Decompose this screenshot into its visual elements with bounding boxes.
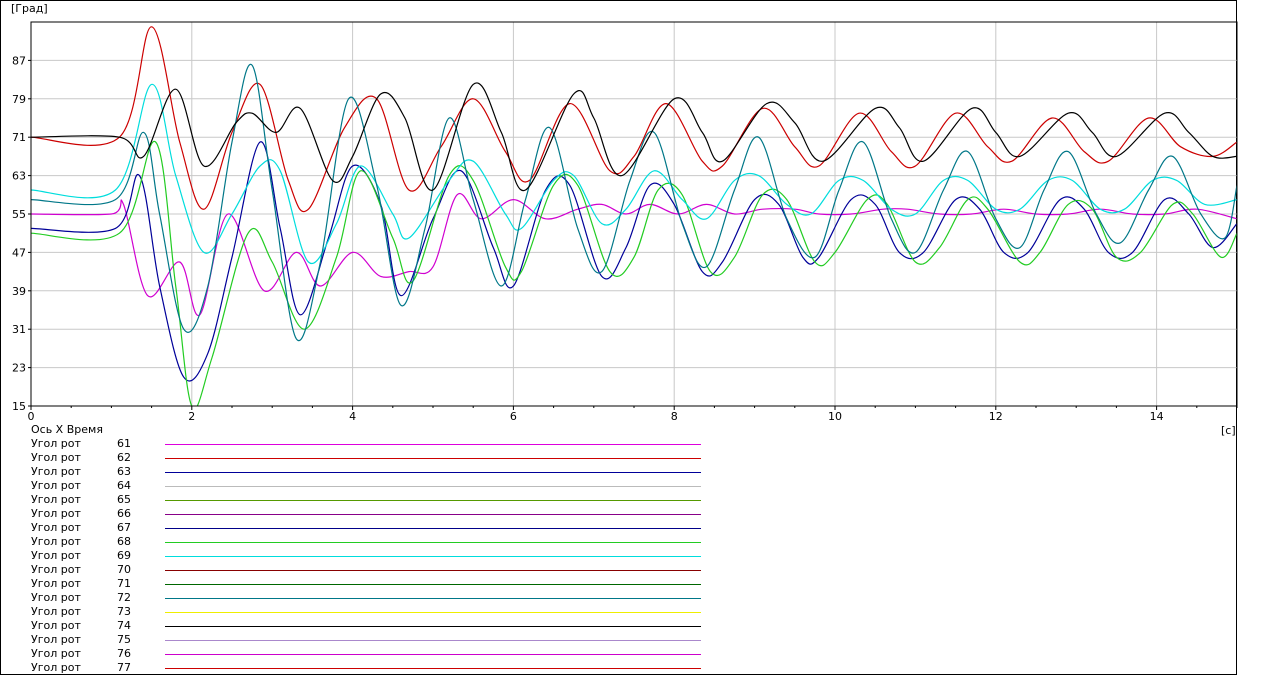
legend-number: 63 xyxy=(117,465,131,478)
legend-swatch-line xyxy=(165,486,701,487)
legend-item: Угол рот 66 xyxy=(0,507,720,521)
legend-item: Угол рот 76 xyxy=(0,647,720,661)
legend-number: 70 xyxy=(117,563,131,576)
y-axis-unit-label: [Град] xyxy=(11,2,48,15)
legend-swatch-line xyxy=(165,500,701,501)
legend-item: Угол рот 61 xyxy=(0,437,720,451)
legend-item: Угол рот 62 xyxy=(0,451,720,465)
legend-swatch-line xyxy=(165,444,701,445)
legend-swatch-line xyxy=(165,570,701,571)
legend-label: Угол рот xyxy=(31,577,81,590)
x-axis-caption: Ось X Время xyxy=(31,423,103,436)
x-tick-label: 10 xyxy=(828,410,842,423)
y-tick-label: 31 xyxy=(12,323,26,336)
legend-swatch-line xyxy=(165,542,701,543)
legend-number: 69 xyxy=(117,549,131,562)
legend-swatch-line xyxy=(165,528,701,529)
y-tick-label: 23 xyxy=(12,362,26,375)
legend-label: Угол рот xyxy=(31,451,81,464)
legend-label: Угол рот xyxy=(31,661,81,674)
legend-item: Угол рот 69 xyxy=(0,549,720,563)
legend-label: Угол рот xyxy=(31,493,81,506)
y-tick-label: 87 xyxy=(12,54,26,67)
legend-label: Угол рот xyxy=(31,563,81,576)
legend-label: Угол рот xyxy=(31,619,81,632)
legend-label: Угол рот xyxy=(31,437,81,450)
legend-swatch-line xyxy=(165,598,701,599)
axes: 0 2 4 6 8 10 12 14 15 23 31 39 47 55 63 71 79 87 xyxy=(12,21,1238,423)
legend-label: Угол рот xyxy=(31,535,81,548)
legend-item: Угол рот 77 xyxy=(0,661,720,675)
legend-swatch-line xyxy=(165,668,701,669)
series-line-72 xyxy=(31,63,1237,342)
y-tick-label: 15 xyxy=(12,400,26,413)
y-tick-label: 63 xyxy=(12,170,26,183)
legend-number: 65 xyxy=(117,493,131,506)
x-tick-label: 14 xyxy=(1150,410,1164,423)
x-tick-label: 4 xyxy=(349,410,356,423)
legend-number: 76 xyxy=(117,647,131,660)
legend-item: Угол рот 70 xyxy=(0,563,720,577)
legend-number: 64 xyxy=(117,479,131,492)
legend-item: Угол рот 64 xyxy=(0,479,720,493)
legend-swatch-line xyxy=(165,640,701,641)
legend-item: Угол рот 63 xyxy=(0,465,720,479)
series-line-69 xyxy=(31,83,1237,265)
legend-number: 75 xyxy=(117,633,131,646)
legend-number: 73 xyxy=(117,605,131,618)
legend-item: Угол рот 71 xyxy=(0,577,720,591)
legend-swatch-line xyxy=(165,626,701,627)
legend-item: Угол рот 68 xyxy=(0,535,720,549)
legend-label: Угол рот xyxy=(31,591,81,604)
legend-swatch-line xyxy=(165,612,701,613)
legend-swatch-line xyxy=(165,514,701,515)
legend-swatch-line xyxy=(165,472,701,473)
legend-label: Угол рот xyxy=(31,605,81,618)
y-tick-label: 47 xyxy=(12,246,26,259)
legend-swatch-line xyxy=(165,654,701,655)
legend-item: Угол рот 75 xyxy=(0,633,720,647)
x-tick-label: 0 xyxy=(28,410,35,423)
legend-label: Угол рот xyxy=(31,647,81,660)
x-tick-label: 2 xyxy=(188,410,195,423)
y-tick-label: 55 xyxy=(12,208,26,221)
legend-item: Угол рот 67 xyxy=(0,521,720,535)
legend-swatch-line xyxy=(165,458,701,459)
series-line-62 xyxy=(31,26,1237,212)
legend-label: Угол рот xyxy=(31,549,81,562)
x-tick-label: 8 xyxy=(671,410,678,423)
series-line-68 xyxy=(31,141,1237,406)
legend-number: 66 xyxy=(117,507,131,520)
y-tick-label: 71 xyxy=(12,131,26,144)
legend-item: Угол рот 72 xyxy=(0,591,720,605)
y-tick-label: 39 xyxy=(12,285,26,298)
legend-item: Угол рот 65 xyxy=(0,493,720,507)
series-line-61 xyxy=(31,192,1237,316)
legend-number: 71 xyxy=(117,577,131,590)
legend-label: Угол рот xyxy=(31,633,81,646)
legend-label: Угол рот xyxy=(31,479,81,492)
legend-label: Угол рот xyxy=(31,507,81,520)
series-layer xyxy=(31,26,1237,406)
legend-swatch-line xyxy=(165,556,701,557)
legend-number: 67 xyxy=(117,521,131,534)
legend-number: 68 xyxy=(117,535,131,548)
legend-number: 61 xyxy=(117,437,131,450)
legend-swatch-line xyxy=(165,584,701,585)
legend-number: 74 xyxy=(117,619,131,632)
legend-item: Угол рот 73 xyxy=(0,605,720,619)
legend-label: Угол рот xyxy=(31,521,81,534)
legend-label: Угол рот xyxy=(31,465,81,478)
legend-item: Угол рот 74 xyxy=(0,619,720,633)
x-tick-label: 6 xyxy=(510,410,517,423)
legend-number: 77 xyxy=(117,661,131,674)
legend-number: 72 xyxy=(117,591,131,604)
legend-number: 62 xyxy=(117,451,131,464)
y-tick-label: 79 xyxy=(12,93,26,106)
x-axis-unit-label: [с] xyxy=(1221,424,1236,437)
x-tick-label: 12 xyxy=(989,410,1003,423)
